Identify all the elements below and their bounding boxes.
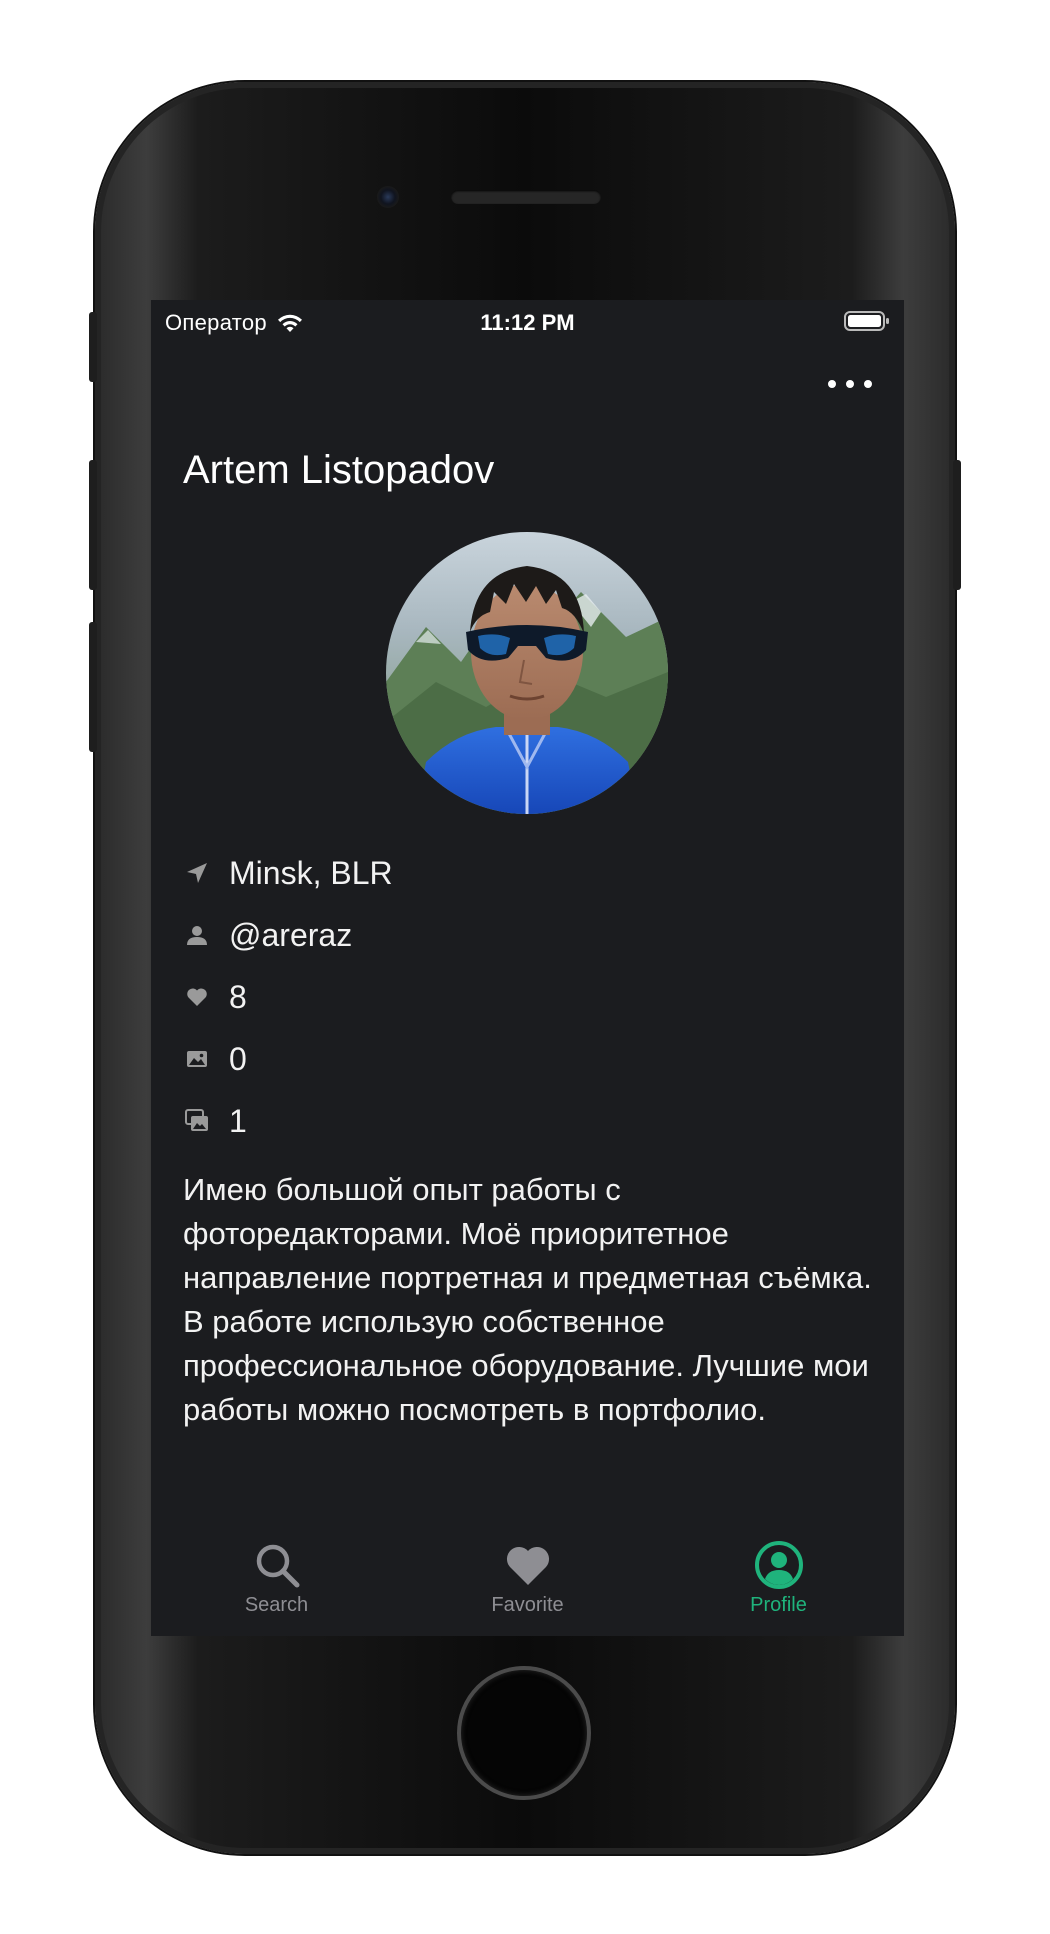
battery-icon: [844, 311, 889, 331]
more-dot-icon: [846, 380, 854, 388]
location-value: Minsk, BLR: [229, 854, 393, 891]
likes-count: 8: [229, 978, 247, 1015]
username-value: @areraz: [229, 916, 353, 953]
avatar[interactable]: [386, 532, 668, 814]
tab-favorite-label: Favorite: [491, 1594, 564, 1616]
mute-switch: [89, 312, 97, 382]
person-icon: [183, 921, 211, 949]
tab-profile[interactable]: Profile: [653, 1526, 904, 1636]
profile-circle-icon: [754, 1541, 803, 1589]
info-row-username: @areraz: [183, 904, 393, 966]
status-time: 11:12 PM: [480, 310, 575, 335]
tab-favorite[interactable]: Favorite: [402, 1526, 653, 1636]
heart-icon: [183, 983, 211, 1011]
heart-icon: [506, 1546, 549, 1585]
tab-search[interactable]: Search: [151, 1526, 402, 1636]
collections-count: 1: [229, 1102, 247, 1139]
status-bar: Оператор 11:12 PM: [151, 300, 904, 344]
location-arrow-icon: [183, 859, 211, 887]
home-button[interactable]: [457, 1666, 591, 1800]
info-row-location: Minsk, BLR: [183, 842, 393, 904]
app-screen: Оператор 11:12 PM Artem Listopadov Minsk…: [151, 300, 904, 1636]
info-row-photos: 0: [183, 1028, 393, 1090]
front-camera: [377, 186, 399, 208]
search-icon: [256, 1544, 299, 1588]
profile-name: Artem Listopadov: [183, 448, 495, 492]
more-dot-icon: [828, 380, 836, 388]
photo-icon: [183, 1045, 211, 1073]
profile-bio: Имею большой опыт работы с фоторедактора…: [183, 1172, 872, 1427]
tab-profile-label: Profile: [750, 1594, 807, 1616]
avatar-photo: [386, 532, 668, 814]
more-dot-icon: [864, 380, 872, 388]
power-button: [953, 460, 961, 590]
tab-bar: Search Favorite Profile: [151, 1526, 904, 1636]
photo-collection-icon: [183, 1107, 211, 1135]
info-row-likes: 8: [183, 966, 393, 1028]
more-options-button[interactable]: [828, 372, 872, 396]
info-row-collections: 1: [183, 1090, 393, 1152]
volume-up-button: [89, 460, 97, 590]
volume-down-button: [89, 622, 97, 752]
tab-search-label: Search: [244, 1594, 309, 1616]
photos-count: 0: [229, 1040, 247, 1077]
profile-info-list: Minsk, BLR @areraz 8 0 1: [183, 842, 393, 1152]
earpiece-speaker: [451, 190, 601, 204]
device-mockup: Оператор 11:12 PM Artem Listopadov Minsk…: [0, 0, 1050, 1934]
